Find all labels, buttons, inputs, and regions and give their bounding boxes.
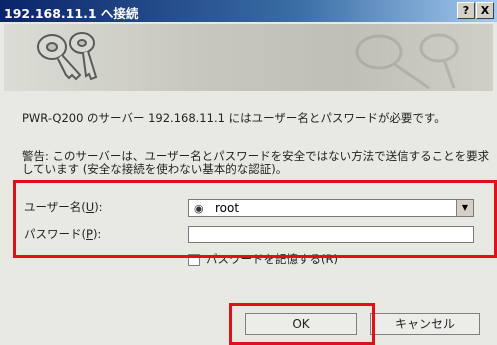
dropdown-arrow-icon[interactable]: ▼ xyxy=(456,200,473,216)
ok-button[interactable]: OK xyxy=(245,313,357,335)
username-label: ユーザー名(U): xyxy=(24,200,103,214)
remember-password-checkbox[interactable] xyxy=(188,254,200,266)
help-button[interactable]: ? xyxy=(457,2,475,19)
cancel-button[interactable]: キャンセル xyxy=(370,313,480,335)
remember-password-label: パスワードを記憶する(R) xyxy=(206,252,338,266)
username-value: root xyxy=(215,201,240,215)
close-button[interactable]: X xyxy=(476,2,494,19)
header-banner xyxy=(4,24,493,91)
keys-icon xyxy=(37,32,98,81)
warning-message: 警告: このサーバーは、ユーザー名とパスワードを安全ではない方法で送信することを… xyxy=(22,149,490,176)
password-field[interactable] xyxy=(188,226,474,243)
user-icon: ◉ xyxy=(194,202,204,215)
keys-watermark-icon xyxy=(355,33,459,90)
password-label: パスワード(P): xyxy=(24,227,102,241)
window-title: 192.168.11.1 へ接続 xyxy=(4,6,139,21)
title-bar[interactable]: 192.168.11.1 へ接続 ? X xyxy=(0,0,497,22)
highlight-credentials xyxy=(13,180,497,258)
connect-dialog: 192.168.11.1 へ接続 ? X PWR-Q200 のサーバー 192.… xyxy=(0,0,497,345)
username-combobox[interactable]: ◉ root ▼ xyxy=(188,199,474,217)
server-message: PWR-Q200 のサーバー 192.168.11.1 にはユーザー名とパスワー… xyxy=(22,111,446,125)
